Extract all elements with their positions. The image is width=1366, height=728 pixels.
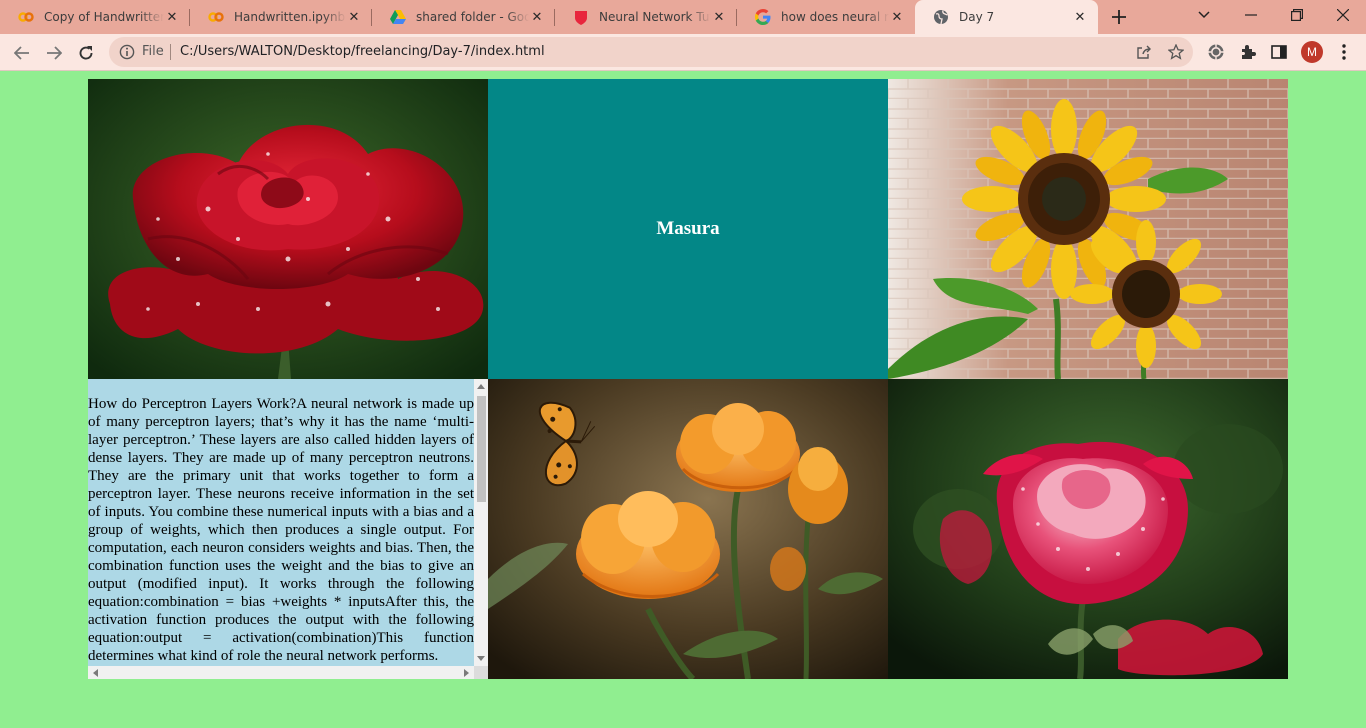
tab-search-button[interactable] — [1181, 0, 1227, 30]
scroll-right-arrow-icon[interactable] — [464, 669, 469, 677]
info-icon[interactable] — [119, 44, 135, 60]
address-bar[interactable]: File C:/Users/WALTON/Desktop/freelancing… — [109, 37, 1193, 67]
url-text[interactable]: C:/Users/WALTON/Desktop/freelancing/Day-… — [180, 44, 545, 59]
scroll-up-arrow-icon[interactable] — [477, 384, 485, 389]
tab-strip: Copy of Handwritten.ipynb ✕ Handwritten.… — [0, 0, 1366, 34]
tab-title: Handwritten.ipynb - Colaboratory — [234, 10, 346, 24]
shield-icon — [573, 9, 589, 25]
side-panel-icon[interactable] — [1269, 42, 1289, 62]
minimize-button[interactable] — [1228, 0, 1274, 30]
article-scroll-area[interactable]: How do Perceptron Layers Work?A neural n… — [88, 379, 474, 666]
google-icon — [755, 9, 771, 25]
google-drive-icon — [390, 9, 406, 25]
close-window-button[interactable] — [1320, 0, 1366, 30]
divider — [170, 44, 171, 60]
restore-button[interactable] — [1274, 0, 1320, 30]
tab-handwritten-colab[interactable]: Handwritten.ipynb - Colaboratory ✕ — [190, 0, 372, 34]
browser-toolbar: File C:/Users/WALTON/Desktop/freelancing… — [0, 34, 1366, 71]
tab-day-7[interactable]: Day 7 ✕ — [915, 0, 1098, 34]
page-heading: Masura — [656, 218, 720, 239]
scheme-label: File — [142, 44, 164, 59]
share-icon[interactable] — [1135, 43, 1153, 61]
reload-icon — [79, 46, 93, 60]
scrollbar-thumb[interactable] — [477, 396, 486, 502]
restore-icon — [1291, 9, 1303, 21]
horizontal-scrollbar[interactable] — [88, 666, 474, 679]
more-vert-icon[interactable] — [1334, 42, 1354, 62]
colab-icon — [18, 9, 34, 25]
avatar[interactable]: M — [1301, 41, 1323, 63]
tab-title: Copy of Handwritten.ipynb — [44, 10, 164, 24]
back-button[interactable] — [8, 39, 36, 67]
tab-title: Neural Network Tutorial — [599, 10, 711, 24]
sunflowers-image — [888, 79, 1288, 379]
forward-button[interactable] — [40, 39, 68, 67]
tab-shared-folder-drive[interactable]: shared folder - Google Drive ✕ — [372, 0, 555, 34]
tab-google-search[interactable]: how does neural network work ✕ — [737, 0, 915, 34]
close-icon — [1337, 9, 1349, 21]
red-rose-image — [88, 79, 488, 379]
tab-title: how does neural network work — [781, 10, 889, 24]
bookmark-star-icon[interactable] — [1167, 43, 1185, 61]
extension-gear-icon[interactable] — [1206, 42, 1226, 62]
pink-rose-image — [888, 379, 1288, 679]
puzzle-icon[interactable] — [1238, 42, 1258, 62]
arrow-left-icon — [14, 46, 29, 60]
orange-flowers-butterfly-image — [488, 379, 888, 679]
scroll-left-arrow-icon[interactable] — [93, 669, 98, 677]
tab-neural-network-tutorial[interactable]: Neural Network Tutorial ✕ — [555, 0, 737, 34]
close-icon[interactable]: ✕ — [1072, 9, 1088, 25]
arrow-right-icon — [47, 46, 62, 60]
close-icon[interactable]: ✕ — [889, 9, 905, 25]
title-box: Masura — [488, 79, 888, 379]
close-icon[interactable]: ✕ — [346, 9, 362, 25]
close-icon[interactable]: ✕ — [711, 9, 727, 25]
close-icon[interactable]: ✕ — [164, 9, 180, 25]
reload-button[interactable] — [72, 39, 100, 67]
tab-copy-of-handwritten[interactable]: Copy of Handwritten.ipynb ✕ — [0, 0, 190, 34]
close-icon[interactable]: ✕ — [529, 9, 545, 25]
tab-title: Day 7 — [959, 10, 995, 24]
scrollbar-corner — [474, 666, 488, 679]
tab-title: shared folder - Google Drive — [416, 10, 529, 24]
chevron-down-icon — [1198, 11, 1210, 19]
scroll-down-arrow-icon[interactable] — [477, 656, 485, 661]
plus-icon — [1112, 10, 1126, 24]
new-tab-button[interactable] — [1108, 6, 1130, 28]
article-text: How do Perceptron Layers Work?A neural n… — [88, 396, 474, 664]
flower-grid: Masura How do Perceptron Layers Work?A n… — [88, 79, 1288, 679]
colab-icon — [208, 9, 224, 25]
vertical-scrollbar[interactable] — [474, 379, 488, 666]
globe-icon — [933, 9, 949, 25]
minimize-icon — [1245, 14, 1257, 16]
article-panel[interactable]: How do Perceptron Layers Work?A neural n… — [88, 379, 488, 679]
